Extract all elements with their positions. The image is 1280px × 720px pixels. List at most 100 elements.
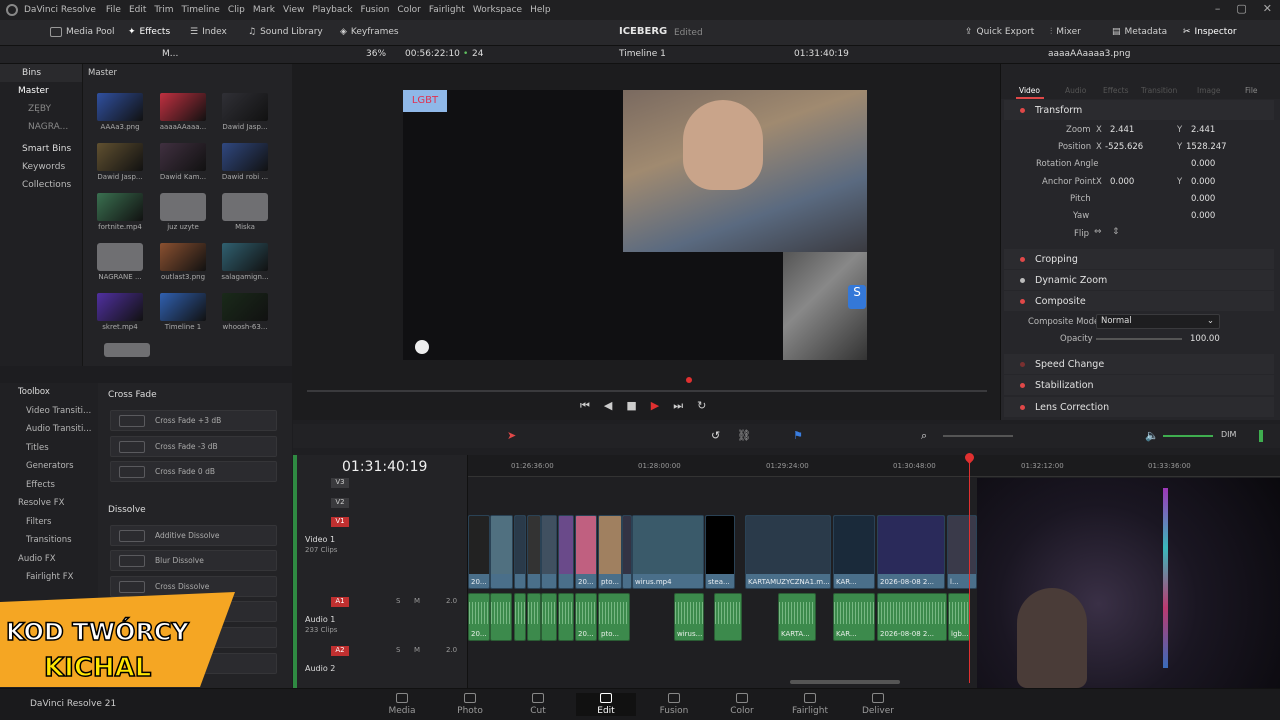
tab-image[interactable]: Image — [1197, 86, 1221, 95]
media-pool-button[interactable]: Media Pool — [50, 27, 115, 37]
keyframes-button[interactable]: ◈ Keyframes — [340, 27, 399, 37]
track-a2-label[interactable]: A2 — [331, 646, 349, 656]
track-v2-label[interactable]: V2 — [331, 498, 349, 508]
media-thumbnail[interactable] — [160, 293, 206, 321]
video1-track-name[interactable]: Video 1 — [305, 535, 335, 544]
disabled-dot-icon[interactable] — [1020, 361, 1025, 367]
audio-clip[interactable] — [514, 593, 526, 641]
media-folder-icon[interactable] — [97, 243, 143, 271]
audio-clip[interactable] — [714, 593, 742, 641]
pitch-value[interactable]: 0.000 — [1191, 194, 1215, 204]
jump-start-icon[interactable]: ⏮ — [580, 399, 590, 413]
menu-mark[interactable]: Mark — [253, 5, 275, 15]
audio-clip[interactable]: 20... — [575, 593, 597, 641]
enabled-dot-icon[interactable] — [1020, 382, 1025, 388]
toolbox-transitions[interactable]: Transitions — [0, 531, 98, 550]
section-cropping[interactable]: Cropping — [1004, 249, 1274, 269]
nav-cut[interactable]: Cut — [508, 693, 568, 716]
audio-clip[interactable]: lgb... — [948, 593, 970, 641]
nav-deliver[interactable]: Deliver — [848, 693, 908, 716]
menu-fusion[interactable]: Fusion — [361, 5, 390, 15]
pool-view-label[interactable]: M... — [162, 49, 178, 59]
media-thumbnail[interactable] — [222, 143, 268, 171]
metadata-button[interactable]: ▤ Metadata — [1112, 27, 1167, 37]
menu-help[interactable]: Help — [530, 5, 551, 15]
tab-video[interactable]: Video — [1019, 86, 1040, 95]
tab-effects[interactable]: Effects — [1103, 86, 1129, 95]
toolbox-video-transitions[interactable]: Video Transiti... — [0, 402, 98, 421]
audio-clip[interactable]: pto... — [598, 593, 630, 641]
toolbox-effects[interactable]: Effects — [0, 476, 98, 495]
section-dynamic-zoom[interactable]: Dynamic Zoom — [1004, 270, 1274, 290]
a2-solo-button[interactable]: S — [396, 646, 400, 654]
video-clip[interactable] — [527, 515, 541, 589]
video-clip[interactable]: wirus.mp4 — [632, 515, 704, 589]
menu-clip[interactable]: Clip — [228, 5, 245, 15]
effect-cross-fade-plus3[interactable]: Cross Fade +3 dB — [110, 410, 277, 431]
video-clip[interactable]: KARTAMUZYCZNA1.m... — [745, 515, 831, 589]
zoom-y-value[interactable]: 2.441 — [1191, 125, 1215, 135]
menu-trim[interactable]: Trim — [154, 5, 173, 15]
zoom-icon[interactable]: ⌕ — [921, 429, 927, 443]
position-x-value[interactable]: -525.626 — [1105, 142, 1143, 152]
section-speed-change[interactable]: Speed Change — [1004, 354, 1274, 374]
media-thumbnail[interactable] — [160, 93, 206, 121]
media-folder-icon[interactable] — [160, 193, 206, 221]
speaker-icon[interactable]: 🔈 — [1145, 429, 1159, 442]
viewer-playhead-icon[interactable] — [686, 377, 692, 383]
section-lens-correction[interactable]: Lens Correction — [1004, 397, 1274, 417]
a1-solo-button[interactable]: S — [396, 597, 400, 605]
bin-nagra[interactable]: NAGRA... — [0, 118, 82, 136]
effect-cross-fade-minus3[interactable]: Cross Fade -3 dB — [110, 436, 277, 457]
anchor-x-value[interactable]: 0.000 — [1110, 177, 1134, 187]
mixer-button[interactable]: ⫶ Mixer — [1050, 27, 1081, 37]
enabled-dot-icon[interactable] — [1020, 298, 1025, 304]
timeline-ruler[interactable]: 01:26:36:00 01:28:00:00 01:29:24:00 01:3… — [468, 455, 1280, 477]
menu-view[interactable]: View — [283, 5, 304, 15]
audio-clip[interactable] — [490, 593, 512, 641]
enabled-dot-icon[interactable] — [1020, 107, 1025, 113]
media-thumbnail[interactable] — [222, 293, 268, 321]
bin-master[interactable]: Master — [0, 82, 82, 100]
a1-mute-button[interactable]: M — [414, 597, 420, 605]
audio-clip[interactable] — [541, 593, 557, 641]
snap-icon[interactable]: ↺ — [711, 429, 720, 442]
video-clip[interactable] — [558, 515, 574, 589]
section-stabilization[interactable]: Stabilization — [1004, 375, 1274, 395]
tab-transition[interactable]: Transition — [1141, 86, 1177, 95]
nav-edit[interactable]: Edit — [576, 693, 636, 716]
audio-clip[interactable]: wirus... — [674, 593, 704, 641]
timeline-playhead[interactable] — [969, 455, 970, 683]
effect-additive-dissolve[interactable]: Additive Dissolve — [110, 525, 277, 546]
enabled-dot-icon[interactable] — [1020, 256, 1025, 262]
play-reverse-icon[interactable]: ◀ — [604, 399, 612, 413]
toolbox-resolve-fx[interactable]: Resolve FX — [0, 494, 98, 513]
track-v3-label[interactable]: V3 — [331, 478, 349, 488]
maximize-icon[interactable]: ▢ — [1236, 2, 1246, 15]
media-thumbnail[interactable] — [222, 93, 268, 121]
position-y-value[interactable]: 1528.247 — [1186, 142, 1227, 152]
stop-icon[interactable]: ■ — [626, 399, 636, 413]
tab-file[interactable]: File — [1245, 86, 1258, 95]
jump-end-icon[interactable]: ⏭ — [673, 399, 683, 413]
toolbox-fairlight-fx[interactable]: Fairlight FX — [0, 568, 98, 587]
composite-mode-select[interactable]: Normal ⌄ — [1096, 314, 1220, 329]
nav-fusion[interactable]: Fusion — [644, 693, 704, 716]
bin-zeby[interactable]: ZĘBY — [0, 100, 82, 118]
toolbox-filters[interactable]: Filters — [0, 513, 98, 532]
zoom-x-value[interactable]: 2.441 — [1110, 125, 1134, 135]
selection-tool-icon[interactable]: ➤ — [507, 429, 516, 442]
menu-timeline[interactable]: Timeline — [182, 5, 220, 15]
media-thumbnail[interactable] — [97, 193, 143, 221]
audio-clip[interactable]: 20... — [468, 593, 490, 641]
audio-clip[interactable] — [558, 593, 574, 641]
audio1-track-name[interactable]: Audio 1 — [305, 615, 335, 624]
video-clip[interactable]: stea... — [705, 515, 735, 589]
play-icon[interactable]: ▶ — [651, 399, 659, 413]
toolbox-audio-fx[interactable]: Audio FX — [0, 550, 98, 569]
menu-playback[interactable]: Playback — [312, 5, 352, 15]
toolbox-generators[interactable]: Generators — [0, 457, 98, 476]
track-a1-label[interactable]: A1 — [331, 597, 349, 607]
video-clip[interactable] — [622, 515, 632, 589]
nav-media[interactable]: Media — [372, 693, 432, 716]
